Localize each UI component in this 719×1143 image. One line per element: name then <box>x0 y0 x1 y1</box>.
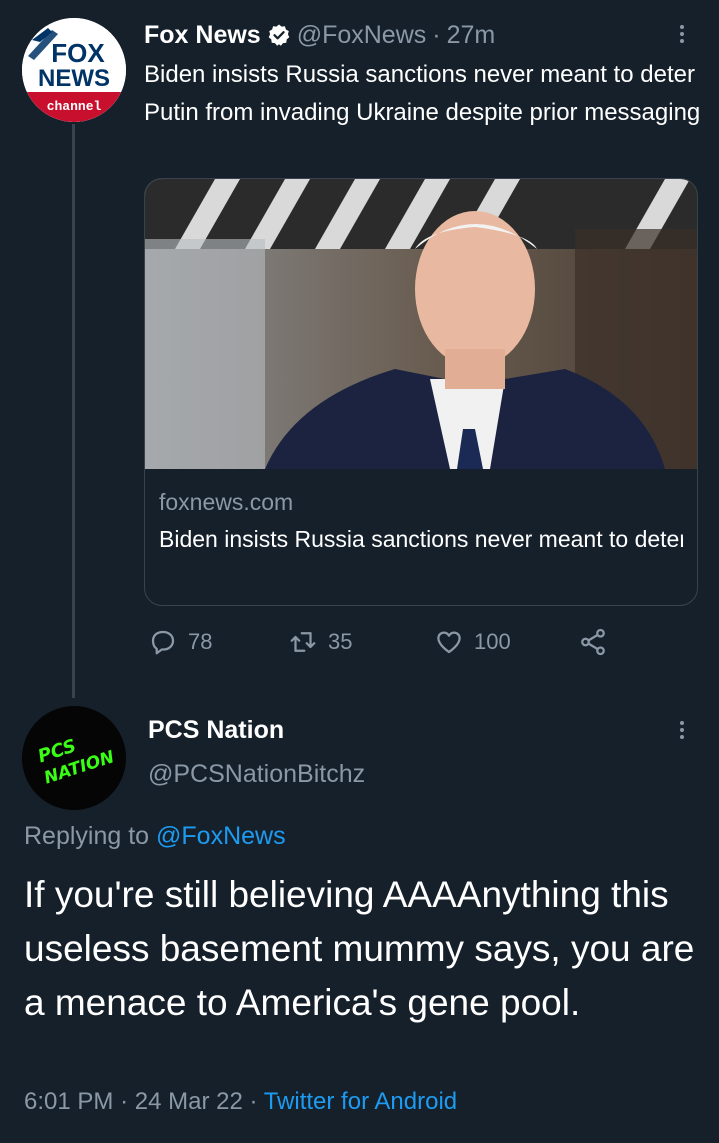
retweet-icon <box>290 632 316 652</box>
tweet-age[interactable]: 27m <box>447 21 496 50</box>
reply-date[interactable]: 24 Mar 22 <box>135 1088 243 1115</box>
retweet-button[interactable]: 35 <box>288 622 352 662</box>
replying-to: Replying to @FoxNews <box>24 822 286 851</box>
share-button[interactable] <box>578 622 608 662</box>
fox-logo-line2: NEWS <box>38 65 110 92</box>
tweet-header: Fox News @FoxNews · 27m <box>144 18 495 52</box>
fox-news-avatar[interactable]: FOX NEWS channel <box>22 18 126 122</box>
reply-source[interactable]: Twitter for Android <box>264 1088 457 1115</box>
card-domain: foxnews.com <box>159 489 294 515</box>
verified-badge-icon <box>268 24 290 46</box>
tweet-text: Biden insists Russia sanctions never mea… <box>144 61 701 126</box>
header-separator: · <box>432 20 441 49</box>
replying-prefix: Replying to <box>24 822 150 850</box>
reply-icon <box>151 630 175 655</box>
reply-more-icon[interactable] <box>670 718 694 748</box>
tweet-actions: 78 35 100 <box>148 622 618 662</box>
reply-timestamp: 6:01 PM · 24 Mar 22 · Twitter for Androi… <box>24 1088 457 1116</box>
link-card[interactable]: foxnews.com Biden insists Russia sanctio… <box>144 178 698 606</box>
fox-logo-line3: channel <box>47 99 102 114</box>
reply-text: If you're still believing AAAAnything th… <box>24 874 695 1023</box>
replying-mention[interactable]: @FoxNews <box>156 822 286 850</box>
author-handle[interactable]: @FoxNews <box>297 21 427 50</box>
like-count: 100 <box>474 629 511 654</box>
pcs-nation-logo: PCS NATION <box>22 706 126 810</box>
reply-button[interactable]: 78 <box>148 622 212 662</box>
fox-logo-line1: FOX <box>51 38 105 68</box>
timestamp-separator-2: · <box>249 1088 258 1115</box>
card-meta: foxnews.com Biden insists Russia sanctio… <box>159 483 683 557</box>
reply-author-handle[interactable]: @PCSNationBitchz <box>148 760 365 789</box>
retweet-count: 35 <box>328 629 353 654</box>
fox-news-logo: FOX NEWS channel <box>22 18 126 122</box>
thread-line <box>72 124 75 698</box>
like-icon <box>437 631 461 654</box>
like-button[interactable]: 100 <box>434 622 511 662</box>
reply-time[interactable]: 6:01 PM <box>24 1088 113 1115</box>
reply-author-name[interactable]: PCS Nation <box>148 716 284 745</box>
pcs-nation-avatar[interactable]: PCS NATION <box>22 706 126 810</box>
share-icon <box>581 628 605 656</box>
reply-count: 78 <box>188 629 213 654</box>
card-title: Biden insists Russia sanctions never mea… <box>159 526 683 552</box>
more-icon[interactable] <box>670 22 694 52</box>
timestamp-separator-1: · <box>120 1088 129 1115</box>
article-image <box>145 179 697 469</box>
author-name[interactable]: Fox News <box>144 21 261 50</box>
